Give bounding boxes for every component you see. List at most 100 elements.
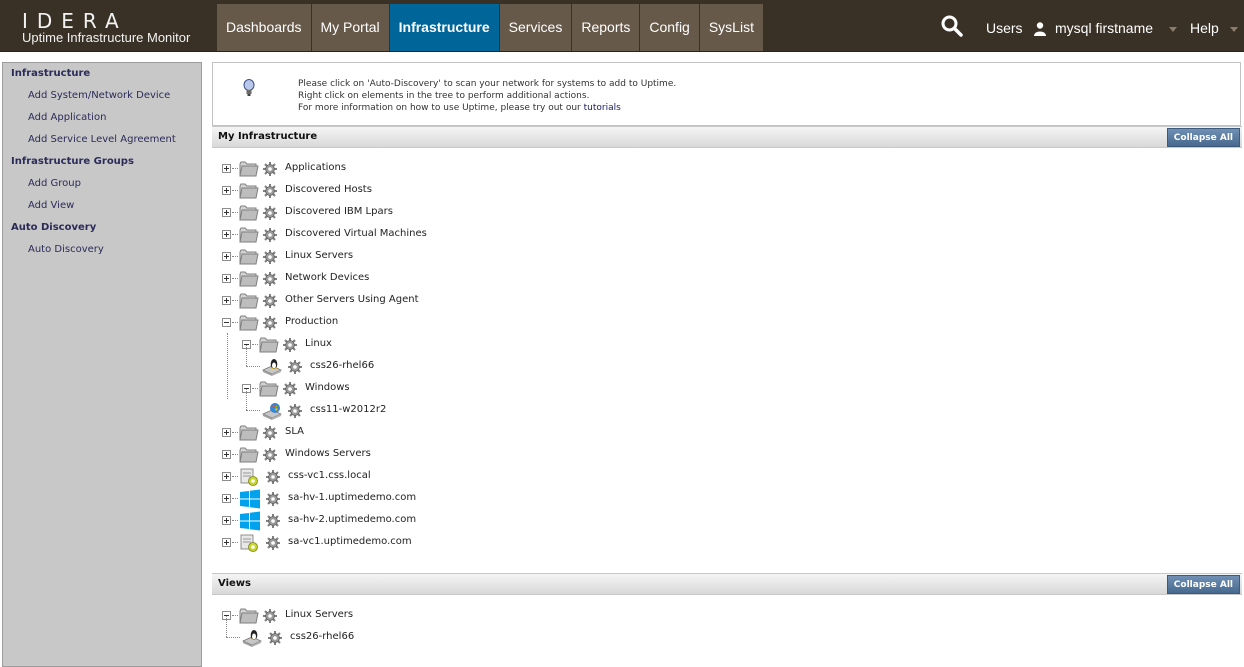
gear-icon bbox=[263, 609, 277, 623]
expand-icon[interactable] bbox=[222, 428, 231, 437]
sidebar-link-add-system-network-device[interactable]: Add System/Network Device bbox=[28, 90, 170, 101]
tree-connector bbox=[246, 366, 260, 367]
sidebar-link-auto-discovery[interactable]: Auto Discovery bbox=[28, 244, 104, 255]
tree-connector bbox=[232, 432, 238, 433]
tree-node[interactable]: css-vc1.css.local bbox=[212, 467, 812, 487]
sidebar-heading: Auto Discovery bbox=[11, 222, 97, 233]
chevron-down-icon[interactable] bbox=[1230, 27, 1238, 32]
windows-logo-icon bbox=[240, 489, 260, 509]
gear-icon bbox=[288, 360, 302, 374]
tree-node-label[interactable]: Other Servers Using Agent bbox=[285, 294, 419, 305]
vcenter-icon bbox=[240, 468, 258, 486]
tree-node[interactable]: Linux Servers bbox=[212, 606, 812, 626]
collapse-all-button[interactable]: Collapse All bbox=[1166, 128, 1240, 147]
tree-node[interactable]: Linux bbox=[212, 335, 812, 355]
tree-node[interactable]: css26-rhel66 bbox=[212, 345, 812, 377]
sidebar-link-add-view[interactable]: Add View bbox=[28, 200, 74, 211]
tree-node-label[interactable]: sa-hv-2.uptimedemo.com bbox=[288, 514, 416, 525]
users-menu[interactable]: Users bbox=[986, 0, 1023, 52]
expand-icon[interactable] bbox=[222, 538, 231, 547]
gear-icon bbox=[263, 162, 277, 176]
tree-node[interactable]: sa-vc1.uptimedemo.com bbox=[212, 533, 812, 553]
folder-icon bbox=[239, 315, 259, 331]
tree-node[interactable]: Discovered Virtual Machines bbox=[212, 225, 812, 245]
section-title: Views bbox=[218, 578, 251, 589]
tree-node-label[interactable]: Linux Servers bbox=[285, 609, 353, 620]
nav-services[interactable]: Services bbox=[499, 4, 572, 51]
tree-node-label[interactable]: Discovered IBM Lpars bbox=[285, 206, 393, 217]
nav-my-portal[interactable]: My Portal bbox=[311, 4, 389, 51]
sidebar-link-add-service-level-agreement[interactable]: Add Service Level Agreement bbox=[28, 134, 176, 145]
tree-node-label[interactable]: Discovered Virtual Machines bbox=[285, 228, 427, 239]
tree-node[interactable]: Discovered Hosts bbox=[212, 181, 812, 201]
folder-icon bbox=[239, 183, 259, 199]
tutorials-link[interactable]: tutorials bbox=[584, 103, 621, 113]
expand-icon[interactable] bbox=[222, 164, 231, 173]
tree-node[interactable]: Other Servers Using Agent bbox=[212, 291, 812, 311]
tree-node-label[interactable]: css26-rhel66 bbox=[290, 631, 354, 642]
tree-node[interactable]: Production bbox=[212, 313, 812, 333]
info-text-2: Right click on elements in the tree to p… bbox=[298, 91, 590, 101]
collapse-all-button[interactable]: Collapse All bbox=[1166, 575, 1240, 594]
info-text-3: For more information on how to use Uptim… bbox=[298, 103, 621, 113]
tree-node-label[interactable]: Windows bbox=[305, 382, 350, 393]
tree-node[interactable]: Windows bbox=[212, 379, 812, 399]
tree-node[interactable]: Windows Servers bbox=[212, 445, 812, 465]
tree-node-label[interactable]: SLA bbox=[285, 426, 304, 437]
nav-dashboards[interactable]: Dashboards bbox=[217, 4, 311, 51]
tree-node-label[interactable]: sa-vc1.uptimedemo.com bbox=[288, 536, 412, 547]
expand-icon[interactable] bbox=[222, 494, 231, 503]
nav-reports[interactable]: Reports bbox=[572, 4, 640, 51]
help-menu[interactable]: Help bbox=[1190, 0, 1219, 52]
tree-node-label[interactable]: sa-hv-1.uptimedemo.com bbox=[288, 492, 416, 503]
tree-node-label[interactable]: Discovered Hosts bbox=[285, 184, 372, 195]
tree-connector bbox=[232, 542, 238, 543]
tree-node[interactable]: Linux Servers bbox=[212, 247, 812, 267]
tree-node-label[interactable]: css26-rhel66 bbox=[310, 360, 374, 371]
expand-icon[interactable] bbox=[222, 252, 231, 261]
expand-icon[interactable] bbox=[222, 208, 231, 217]
expand-icon[interactable] bbox=[222, 516, 231, 525]
tree-node-label[interactable]: Windows Servers bbox=[285, 448, 371, 459]
tree-node[interactable]: css11-w2012r2 bbox=[212, 389, 812, 421]
folder-icon bbox=[239, 293, 259, 309]
tree-node-label[interactable]: Linux Servers bbox=[285, 250, 353, 261]
tree-node-label[interactable]: Linux bbox=[305, 338, 332, 349]
expand-icon[interactable] bbox=[222, 296, 231, 305]
tree-connector bbox=[232, 168, 238, 169]
tree-node-label[interactable]: Applications bbox=[285, 162, 346, 173]
vcenter-icon bbox=[240, 534, 258, 552]
username-menu[interactable]: mysql firstname bbox=[1055, 0, 1153, 52]
nav-syslist[interactable]: SysList bbox=[699, 4, 763, 51]
sidebar-link-add-group[interactable]: Add Group bbox=[28, 178, 81, 189]
tree-node[interactable]: sa-hv-2.uptimedemo.com bbox=[212, 511, 812, 531]
info-panel: Please click on 'Auto-Discovery' to scan… bbox=[212, 62, 1241, 126]
brand[interactable]: IDERA Uptime Infrastructure Monitor bbox=[0, 0, 210, 52]
expand-icon[interactable] bbox=[222, 450, 231, 459]
expand-icon[interactable] bbox=[222, 230, 231, 239]
expand-icon[interactable] bbox=[222, 186, 231, 195]
tree-node[interactable]: Applications bbox=[212, 159, 812, 179]
tree-node[interactable]: css26-rhel66 bbox=[212, 616, 812, 648]
collapse-icon[interactable] bbox=[222, 318, 231, 327]
nav-infrastructure[interactable]: Infrastructure bbox=[389, 4, 499, 51]
gear-icon bbox=[263, 448, 277, 462]
gear-icon bbox=[263, 272, 277, 286]
tree-connector bbox=[246, 410, 260, 411]
tree-node-label[interactable]: Network Devices bbox=[285, 272, 369, 283]
search-icon[interactable] bbox=[940, 14, 964, 38]
tree-node[interactable]: Discovered IBM Lpars bbox=[212, 203, 812, 223]
expand-icon[interactable] bbox=[222, 472, 231, 481]
tree-node[interactable]: SLA bbox=[212, 423, 812, 443]
tree-node-label[interactable]: css-vc1.css.local bbox=[288, 470, 371, 481]
nav-config[interactable]: Config bbox=[640, 4, 699, 51]
tree-node-label[interactable]: css11-w2012r2 bbox=[310, 404, 386, 415]
tree-node[interactable]: sa-hv-1.uptimedemo.com bbox=[212, 489, 812, 509]
chevron-down-icon[interactable] bbox=[1169, 27, 1177, 32]
tree-node-label[interactable]: Production bbox=[285, 316, 338, 327]
info-text-1: Please click on 'Auto-Discovery' to scan… bbox=[298, 79, 677, 89]
tree-node[interactable]: Network Devices bbox=[212, 269, 812, 289]
sidebar-link-add-application[interactable]: Add Application bbox=[28, 112, 106, 123]
windows-logo-icon bbox=[240, 511, 260, 531]
expand-icon[interactable] bbox=[222, 274, 231, 283]
